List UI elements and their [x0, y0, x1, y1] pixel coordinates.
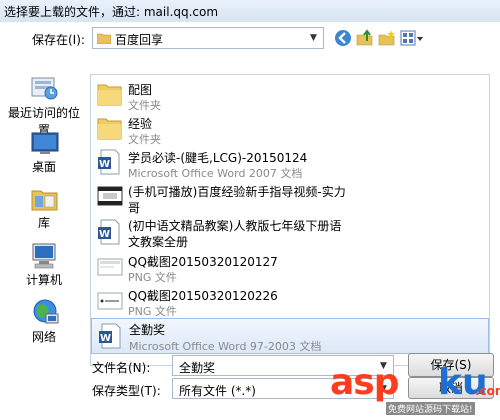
back-icon[interactable]	[334, 29, 352, 47]
word-doc-icon: W	[99, 323, 121, 349]
save-in-label: 保存在(I):	[32, 33, 85, 47]
svg-text:W: W	[100, 333, 111, 344]
computer-icon	[32, 243, 56, 269]
network-icon	[33, 299, 59, 324]
file-list[interactable]: 配图 文件夹 经验 文件夹 W 学员必读-(腱毛,LCG)-20150124 M…	[90, 74, 490, 366]
place-label: 网络	[31, 330, 56, 344]
place-libraries[interactable]: 库	[4, 184, 84, 232]
filetype-value: 所有文件 (*.*)	[179, 384, 256, 398]
up-folder-icon[interactable]	[356, 29, 374, 47]
recent-places-icon	[31, 77, 58, 100]
place-label: 桌面	[31, 160, 56, 174]
folder-icon	[97, 118, 122, 140]
watermark-logo: asp	[330, 362, 399, 403]
place-label: 计算机	[25, 273, 62, 287]
chevron-down-icon[interactable]: ▼	[307, 32, 320, 45]
svg-text:W: W	[99, 159, 110, 170]
png-file-icon	[97, 292, 123, 310]
watermark-subtitle: 免费网站源码下载站!	[386, 402, 475, 415]
filename-label: 文件名(N):	[92, 361, 151, 375]
place-desktop[interactable]: 桌面	[4, 130, 84, 176]
list-item[interactable]: 配图 文件夹	[91, 79, 489, 113]
new-folder-icon[interactable]	[378, 29, 396, 47]
folder-icon	[97, 33, 111, 44]
word-doc-icon: W	[98, 149, 120, 175]
list-item[interactable]: (手机可播放)百度经验新手指导视频-实力 哥	[91, 181, 489, 215]
places-bar: 最近访问的位置 桌面 库 计算机 网络	[4, 72, 84, 366]
place-label: 库	[37, 216, 50, 230]
video-file-icon	[97, 186, 123, 206]
filetype-label: 保存类型(T):	[92, 384, 161, 398]
dialog-body: 保存在(I): 百度回享 ▼ 最近访问的位置 桌面 库 计算机 网络 配图 文件…	[0, 22, 500, 420]
place-recent[interactable]: 最近访问的位置	[4, 72, 84, 137]
title-bar: 选择要上载的文件，通过: mail.qq.com	[0, 0, 500, 22]
place-network[interactable]: 网络	[4, 296, 84, 348]
list-item[interactable]: QQ截图20150320120127 PNG 文件	[91, 251, 489, 285]
word-doc-icon: W	[98, 219, 120, 245]
site-watermark: asp ku .com 免费网站源码下载站!	[330, 362, 500, 420]
filename-value: 全勤奖	[179, 361, 216, 375]
list-item-selected[interactable]: W 全勤奖 Microsoft Office Word 97-2003 文档	[91, 318, 489, 354]
watermark-suffix: .com	[475, 384, 500, 398]
list-item[interactable]: 经验 文件夹	[91, 113, 489, 147]
png-file-icon	[97, 258, 123, 276]
list-item[interactable]: W 学员必读-(腱毛,LCG)-20150124 Microsoft Offic…	[91, 147, 489, 181]
view-menu-icon[interactable]	[400, 29, 424, 47]
window-title: 选择要上载的文件，通过: mail.qq.com	[4, 5, 219, 19]
place-computer[interactable]: 计算机	[4, 240, 84, 290]
save-in-value: 百度回享	[115, 33, 164, 47]
desktop-icon	[31, 132, 59, 154]
save-in-combo[interactable]: 百度回享 ▼	[92, 27, 324, 49]
libraries-icon	[31, 190, 58, 211]
folder-icon	[97, 84, 122, 106]
list-item[interactable]: QQ截图20150320120226 PNG 文件	[91, 285, 489, 319]
list-item[interactable]: W (初中语文精品教案)人教版七年级下册语 文教案全册	[91, 215, 489, 251]
svg-text:W: W	[99, 229, 110, 240]
